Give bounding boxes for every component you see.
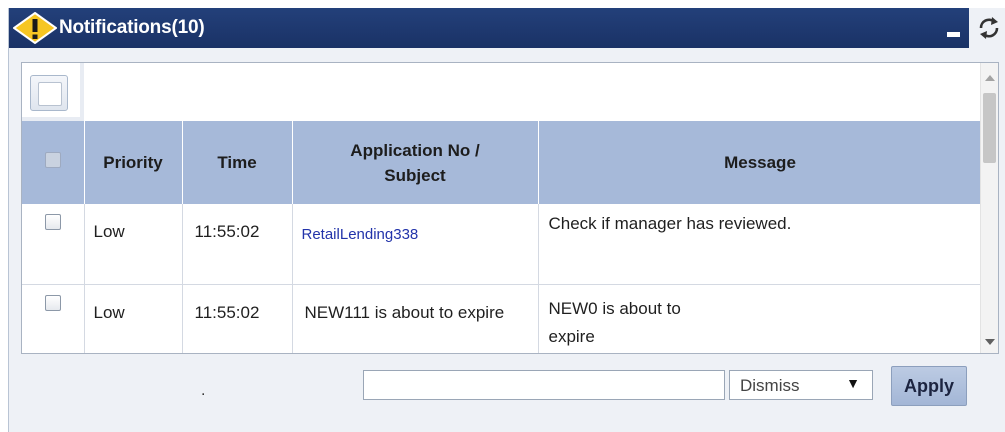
dropdown-arrow-icon: ▼ xyxy=(846,375,860,391)
row-message: NEW0 is about to expire xyxy=(538,284,983,353)
column-header-subject[interactable]: Application No / Subject xyxy=(292,121,539,204)
footer-dot: . xyxy=(201,382,206,399)
action-select-value: Dismiss xyxy=(740,376,800,395)
notifications-table: Priority Time Application No / Subject M… xyxy=(22,121,983,353)
row-subject-link[interactable]: RetailLending338 xyxy=(302,226,419,243)
table-toolbar xyxy=(22,63,982,121)
notifications-panel: Notifications(10) Priority Time Applicat… xyxy=(8,8,1005,432)
column-header-message[interactable]: Message xyxy=(538,121,983,204)
row-subject: NEW111 is about to expire xyxy=(292,284,539,353)
row-time: 11:55:02 xyxy=(182,204,293,285)
select-all-wrapper xyxy=(22,63,84,121)
scroll-thumb[interactable] xyxy=(983,93,996,163)
panel-header: Notifications(10) xyxy=(9,8,969,48)
header-checkbox[interactable] xyxy=(44,152,61,168)
row-checkbox[interactable] xyxy=(44,214,61,230)
column-header-subject-line1: Application No / xyxy=(350,140,480,160)
warning-icon xyxy=(13,12,57,44)
row-checkbox-cell xyxy=(22,204,85,285)
table-row[interactable]: Low 11:55:02 NEW111 is about to expire N… xyxy=(22,284,983,353)
row-subject: RetailLending338 xyxy=(292,204,539,285)
row-priority: Low xyxy=(84,284,183,353)
table-header-row: Priority Time Application No / Subject M… xyxy=(22,121,983,204)
table-scrollbar[interactable] xyxy=(980,63,998,353)
row-checkbox[interactable] xyxy=(44,294,61,311)
row-message: Check if manager has reviewed. xyxy=(538,204,983,285)
panel-title: Notifications(10) xyxy=(59,17,205,38)
scroll-down-arrow-icon[interactable] xyxy=(985,339,995,345)
column-header-subject-line2: Subject xyxy=(384,165,446,185)
panel-footer: . Dismiss ▼ Apply xyxy=(9,354,1005,432)
column-header-time[interactable]: Time xyxy=(182,121,293,204)
minimize-icon[interactable] xyxy=(947,32,960,37)
column-header-priority[interactable]: Priority xyxy=(84,121,183,204)
action-select[interactable]: Dismiss ▼ xyxy=(729,370,873,400)
table-row[interactable]: Low 11:55:02 RetailLending338 Check if m… xyxy=(22,204,983,285)
scroll-up-arrow-icon[interactable] xyxy=(985,75,995,81)
apply-button[interactable]: Apply xyxy=(891,366,967,406)
refresh-icon[interactable] xyxy=(977,14,1001,42)
row-priority: Low xyxy=(84,204,183,285)
notifications-table-frame: Priority Time Application No / Subject M… xyxy=(21,62,999,354)
header-checkbox-cell xyxy=(22,121,85,204)
row-time: 11:55:02 xyxy=(182,284,293,353)
comment-input[interactable] xyxy=(363,370,725,400)
row-checkbox-cell xyxy=(22,284,85,353)
select-all-button[interactable] xyxy=(30,75,68,111)
